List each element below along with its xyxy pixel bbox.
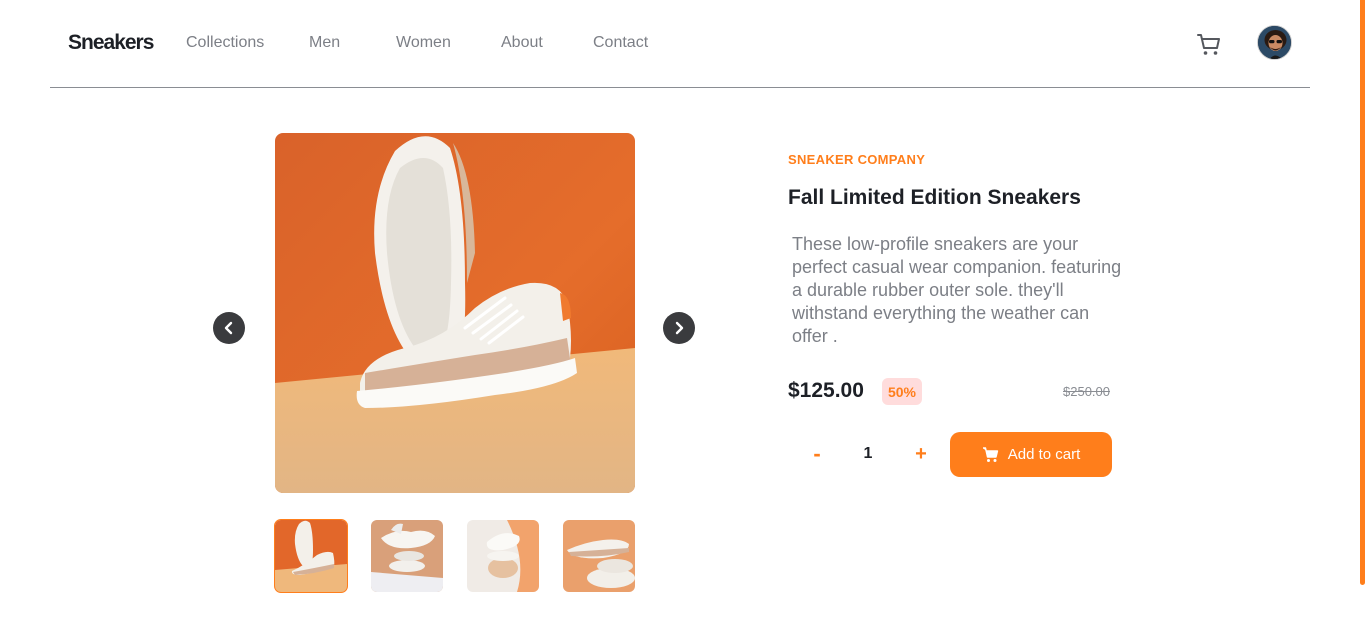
site-header: Sneakers Collections Men Women About Con… [50,0,1310,88]
chevron-left-icon [224,321,233,335]
discount-badge: 50% [882,378,922,405]
chevron-right-icon [675,321,684,335]
product-title: Fall Limited Edition Sneakers [788,186,1081,209]
scrollbar-accent[interactable] [1360,0,1365,585]
nav-men[interactable]: Men [309,34,396,52]
nav-women[interactable]: Women [396,34,501,52]
nav-contact[interactable]: Contact [593,34,648,52]
current-price: $125.00 [788,379,864,402]
thumbnail-2[interactable] [371,520,443,592]
next-image-button[interactable] [663,312,695,344]
thumbnail-1[interactable] [274,519,348,593]
add-to-cart-button[interactable]: Add to cart [950,432,1112,477]
previous-image-button[interactable] [213,312,245,344]
main-nav: Collections Men Women About Contact [186,34,648,52]
quantity-increase-button[interactable]: + [910,441,932,467]
avatar[interactable] [1257,25,1292,60]
company-name: SNEAKER COMPANY [788,152,926,167]
quantity-value: 1 [863,445,873,462]
add-to-cart-label: Add to cart [1007,446,1081,463]
original-price: $250.00 [1063,384,1110,399]
thumbnail-strip [274,519,635,593]
cart-icon[interactable] [1195,30,1223,58]
quantity-decrease-button[interactable]: - [806,441,828,467]
thumbnail-3[interactable] [467,520,539,592]
cart-icon [982,446,998,462]
thumbnail-4[interactable] [563,520,635,592]
product-description: These low-profile sneakers are your perf… [792,234,1122,346]
logo[interactable]: Sneakers [68,31,154,55]
nav-collections[interactable]: Collections [186,34,309,52]
nav-about[interactable]: About [501,34,593,52]
product-main-image[interactable] [275,133,635,493]
